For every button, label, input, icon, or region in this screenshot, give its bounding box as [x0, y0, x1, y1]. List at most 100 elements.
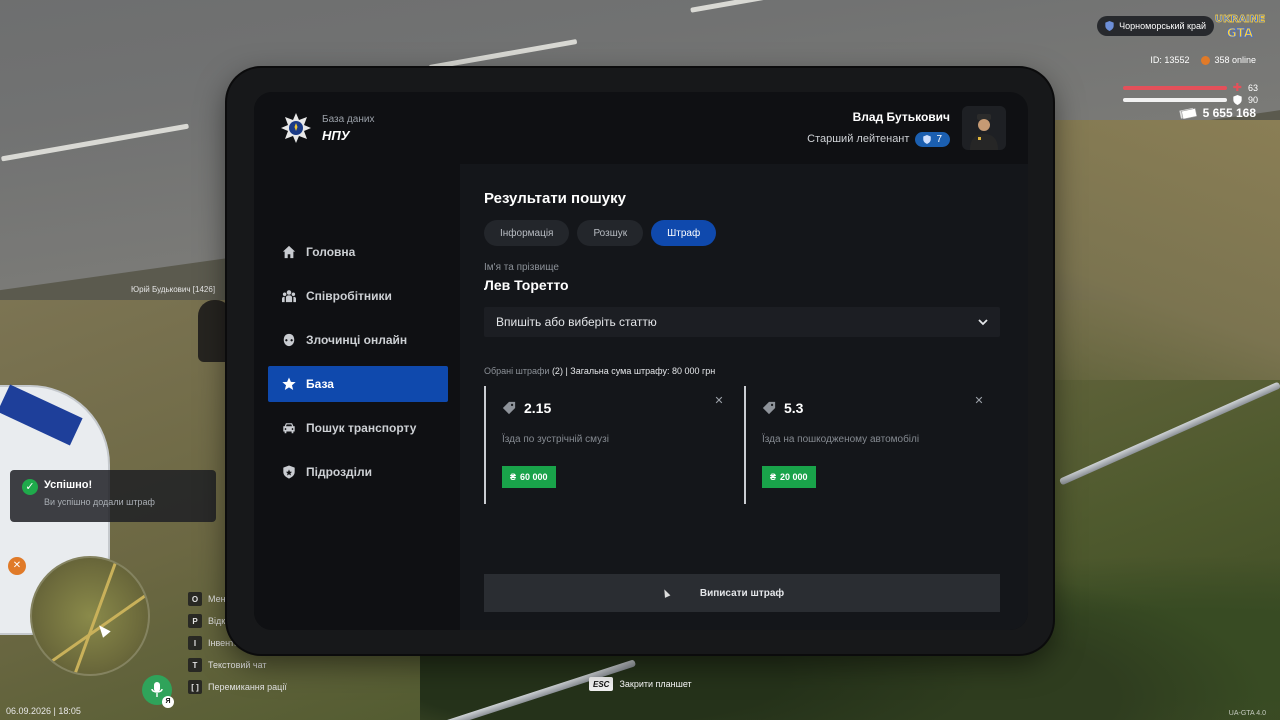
sidebar-item-home[interactable]: Головна [268, 234, 448, 270]
fine-code-value: 5.3 [784, 400, 804, 416]
issue-fine-button[interactable]: Виписати штраф [484, 574, 1000, 612]
key-cap: T [188, 658, 202, 672]
close-icon[interactable]: ✕ [972, 394, 986, 408]
mask-icon [283, 333, 295, 347]
shield-icon [923, 134, 932, 144]
logo-text: GTA [1227, 26, 1254, 40]
brand-title: НПУ [322, 127, 350, 143]
sidebar-item-label: База [306, 377, 334, 391]
fine-code: 2.15 [502, 400, 551, 416]
online-row: ID: 13552 358 online [1150, 55, 1256, 66]
key-cap: I [188, 636, 202, 650]
tab-information[interactable]: Інформація [484, 220, 570, 246]
page-title: Результати пошуку [484, 190, 626, 207]
toast-title: Успішно! [44, 479, 93, 491]
esc-key: ESC [589, 677, 614, 691]
fine-amount: ₴ 60 000 [502, 466, 556, 488]
minimap [30, 556, 150, 676]
shield-icon [283, 465, 295, 479]
sidebar-item-label: Злочинці онлайн [306, 333, 408, 347]
armor-bar [1122, 98, 1227, 102]
sidebar-item-database[interactable]: База [268, 366, 448, 402]
mic-key-badge: Я [162, 696, 174, 708]
sidebar-item-label: Підрозділи [306, 465, 372, 479]
logo-text: UKRAINE [1215, 14, 1265, 25]
sidebar-item-divisions[interactable]: Підрозділи [268, 454, 448, 490]
online-icon [1201, 56, 1211, 66]
ukraine-gta-logo: UKRAINE GTA [1214, 10, 1266, 41]
sidebar-nav: Головна Співробітники Злочинці онлайн Ба… [268, 234, 448, 498]
hryvnia-icon: ₴ [510, 472, 517, 482]
player-nametag: Юрій Будькович [1426] [131, 285, 216, 294]
sidebar-item-employees[interactable]: Співробітники [268, 278, 448, 314]
toast-message: Ви успішно додали штраф [44, 497, 155, 507]
officer-avatar-icon [970, 114, 998, 150]
sidebar-item-vehicle-search[interactable]: Пошук транспорту [268, 410, 448, 446]
police-emblem-icon [280, 112, 312, 144]
search-results-panel: Результати пошуку Інформація Розшук Штра… [460, 164, 1028, 630]
sidebar-item-criminals-online[interactable]: Злочинці онлайн [268, 322, 448, 358]
name-label: Ім'я та прізвище [484, 262, 559, 273]
brand-subtitle: База даних [322, 113, 375, 125]
key-cap: P [188, 614, 202, 628]
online-count: 358 online [1201, 55, 1256, 66]
armor-row: 90 [1122, 95, 1258, 105]
health-bar [1122, 85, 1227, 90]
article-select[interactable]: Впишіть або виберіть статтю [484, 307, 1000, 337]
user-name: Влад Бутькович [852, 109, 950, 124]
star-icon [282, 377, 296, 390]
tab-bar: Інформація Розшук Штраф [484, 220, 717, 246]
user-rank-row: Старший лейтенант 7 [807, 131, 950, 147]
keybind-label: Текстовий чат [208, 660, 267, 670]
armor-value: 90 [1247, 95, 1258, 105]
close-icon[interactable]: ✕ [712, 394, 726, 408]
server-badge: Чорноморський край [1097, 16, 1214, 36]
summary-total: | Загальна сума штрафу: 80 000 грн [565, 366, 716, 376]
tab-fine[interactable]: Штраф [651, 220, 717, 246]
rank-level: 7 [936, 133, 942, 145]
tab-wanted[interactable]: Розшук [577, 220, 644, 246]
people-icon [282, 290, 296, 303]
fine-card: ✕ 2.15 Їзда по зустрічній смузі ₴ 60 000 [484, 386, 736, 504]
fine-description: Їзда на пошкодженому автомобілі [762, 434, 920, 445]
fine-card: ✕ 5.3 Їзда на пошкодженому автомобілі ₴ … [744, 386, 996, 504]
food-icon: ✕ [8, 557, 26, 575]
user-header: Влад Бутькович Старший лейтенант 7 [807, 106, 1006, 150]
car-icon [283, 423, 295, 434]
keybind-row: T Текстовий чат [188, 654, 287, 676]
name-value: Лев Торетто [484, 277, 569, 293]
microphone-icon [151, 682, 163, 697]
esc-hint-label: Закрити планшет [619, 679, 692, 689]
sidebar-item-label: Співробітники [306, 289, 392, 303]
health-icon: ✚ [1232, 82, 1242, 94]
hryvnia-icon: ₴ [770, 472, 777, 482]
tag-icon [762, 401, 776, 415]
police-tablet: База даних НПУ Головна Співробітники Зло… [227, 68, 1053, 654]
success-toast: ✓ Успішно! Ви успішно додали штраф [10, 470, 216, 522]
keybind-label: Перемикання рації [208, 682, 287, 692]
close-tablet-hint: ESC Закрити планшет [589, 677, 692, 691]
summary-prefix: Обрані штрафи [484, 366, 550, 376]
rank-badge: 7 [915, 131, 950, 147]
tablet-screen: База даних НПУ Головна Співробітники Зло… [254, 92, 1028, 630]
shield-icon [1105, 21, 1114, 31]
keybind-row: [ ] Перемикання рації [188, 676, 287, 698]
brand: База даних НПУ [280, 112, 374, 144]
player-id: ID: 13552 [1150, 55, 1190, 66]
server-name: Чорноморський край [1119, 21, 1206, 31]
money-display: 5 655 168 [1178, 106, 1256, 120]
key-cap: O [188, 592, 202, 606]
user-rank: Старший лейтенант [807, 133, 910, 145]
avatar [962, 106, 1006, 150]
summary-count: (2) [551, 366, 563, 376]
fine-code: 5.3 [762, 400, 803, 416]
money-value: 5 655 168 [1202, 106, 1256, 120]
player-marker-icon [95, 622, 111, 638]
online-count-text: 358 online [1214, 55, 1256, 65]
sidebar: База даних НПУ Головна Співробітники Зло… [254, 92, 460, 630]
fine-amount-value: 20 000 [780, 472, 808, 482]
fines-summary: Обрані штрафи (2) | Загальна сума штрафу… [484, 366, 715, 376]
user-info: Влад Бутькович Старший лейтенант 7 [807, 110, 950, 147]
datetime: 06.09.2026 | 18:05 [6, 706, 81, 716]
home-icon [282, 245, 296, 259]
